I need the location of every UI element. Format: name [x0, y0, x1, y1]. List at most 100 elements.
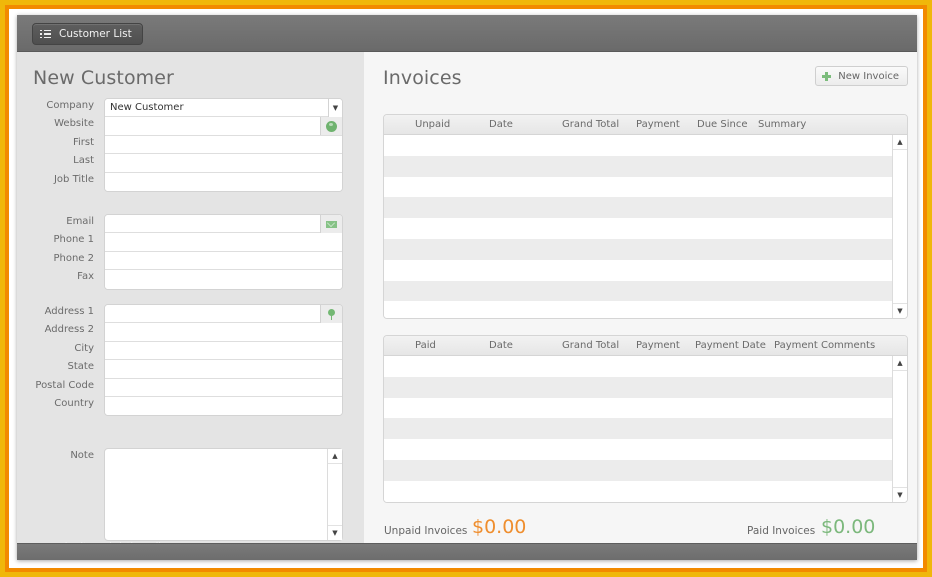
first-name-label: First [72, 136, 94, 148]
website-input[interactable] [105, 117, 342, 136]
company-label: Company [46, 100, 94, 111]
column-header-grand-total[interactable]: Grand Total [562, 119, 619, 130]
bottom-status-bar [17, 543, 917, 560]
paid-table-scrollbar[interactable]: ▲ ▼ [892, 356, 907, 502]
postal-code-input[interactable] [105, 378, 342, 397]
map-pin-icon [328, 308, 335, 320]
first-name-input[interactable] [105, 135, 342, 155]
scroll-down-icon[interactable]: ▼ [328, 525, 342, 540]
state-label: State [67, 361, 94, 373]
column-header-payment[interactable]: Payment [636, 119, 680, 130]
paid-total-value: $0.00 [821, 516, 876, 538]
mail-icon [326, 220, 337, 228]
show-map-button[interactable] [320, 305, 342, 323]
unpaid-table-scrollbar[interactable]: ▲ ▼ [892, 135, 907, 318]
job-title-input[interactable] [105, 172, 342, 191]
list-icon [40, 29, 51, 39]
phone2-label: Phone 2 [53, 252, 94, 264]
unpaid-table-body [384, 135, 892, 318]
customer-form-title: New Customer [33, 67, 174, 89]
address2-input[interactable] [105, 323, 342, 342]
table-row[interactable] [384, 176, 892, 198]
column-header-payment-comments[interactable]: Payment Comments [774, 340, 875, 351]
country-input[interactable] [105, 396, 342, 416]
top-toolbar: Customer List [17, 15, 917, 52]
table-row[interactable] [384, 218, 892, 239]
column-header-payment[interactable]: Payment [636, 340, 680, 351]
table-row[interactable] [384, 155, 892, 177]
fax-input[interactable] [105, 270, 342, 289]
contact-methods-group: Email Phone 1 Phone 2 Fax [17, 214, 364, 290]
address2-label: Address 2 [44, 324, 94, 336]
note-textarea[interactable] [105, 449, 327, 540]
table-row[interactable] [384, 418, 892, 440]
address1-input[interactable] [105, 305, 342, 324]
paid-table-header: Paid Date Grand Total Payment Payment Da… [384, 336, 907, 356]
customer-form-panel: New Customer Company Website First Last … [17, 52, 364, 552]
column-header-date[interactable]: Date [489, 340, 513, 351]
invoices-title: Invoices [383, 67, 462, 89]
city-input[interactable] [105, 341, 342, 361]
address1-label: Address 1 [44, 306, 94, 317]
contact-name-group: Company Website First Last Job Title ▼ [17, 98, 364, 192]
last-name-input[interactable] [105, 154, 342, 173]
new-invoice-label: New Invoice [838, 70, 899, 82]
table-row[interactable] [384, 480, 892, 502]
column-header-unpaid[interactable]: Unpaid [415, 119, 450, 130]
unpaid-table-header: Unpaid Date Grand Total Payment Due Sinc… [384, 115, 907, 135]
table-row[interactable] [384, 397, 892, 419]
note-field: ▲ ▼ [104, 448, 343, 541]
note-scrollbar[interactable]: ▲ ▼ [327, 449, 342, 540]
customer-list-button[interactable]: Customer List [32, 23, 143, 45]
column-header-paid[interactable]: Paid [415, 340, 436, 351]
scroll-down-icon[interactable]: ▼ [893, 487, 907, 502]
table-row[interactable] [384, 238, 892, 260]
fax-label: Fax [77, 271, 94, 283]
state-input[interactable] [105, 360, 342, 379]
unpaid-total-label: Unpaid Invoices [384, 525, 468, 537]
scroll-down-icon[interactable]: ▼ [893, 303, 907, 318]
table-row[interactable] [384, 135, 892, 156]
open-website-button[interactable] [320, 117, 342, 136]
invoices-panel: Invoices New Invoice Unpaid Date Grand T… [364, 52, 917, 543]
scroll-up-icon[interactable]: ▲ [328, 449, 342, 464]
table-row[interactable] [384, 439, 892, 460]
send-email-button[interactable] [320, 215, 342, 233]
app-window: Customer List New Customer Company Websi… [17, 15, 917, 560]
scroll-up-icon[interactable]: ▲ [893, 356, 907, 371]
contact-method-fields [104, 214, 343, 290]
scroll-up-icon[interactable]: ▲ [893, 135, 907, 150]
postal-code-label: Postal Code [35, 379, 94, 391]
table-row[interactable] [384, 376, 892, 398]
table-row[interactable] [384, 259, 892, 281]
table-row[interactable] [384, 197, 892, 219]
email-input[interactable] [105, 215, 342, 234]
phone1-label: Phone 1 [53, 234, 94, 246]
table-row[interactable] [384, 459, 892, 481]
column-header-payment-date[interactable]: Payment Date [695, 340, 766, 351]
city-label: City [74, 342, 94, 354]
unpaid-total-value: $0.00 [472, 516, 527, 538]
unpaid-invoices-table: Unpaid Date Grand Total Payment Due Sinc… [383, 114, 908, 319]
column-header-due-since[interactable]: Due Since [697, 119, 747, 130]
plus-icon [822, 71, 832, 81]
website-label: Website [54, 118, 94, 130]
contact-name-fields: ▼ [104, 98, 343, 192]
column-header-date[interactable]: Date [489, 119, 513, 130]
column-header-summary[interactable]: Summary [758, 119, 806, 130]
phone2-input[interactable] [105, 251, 342, 271]
paid-invoices-table: Paid Date Grand Total Payment Payment Da… [383, 335, 908, 503]
table-row[interactable] [384, 280, 892, 302]
globe-icon [326, 120, 337, 132]
phone1-input[interactable] [105, 233, 342, 252]
table-row[interactable] [384, 356, 892, 377]
address-fields [104, 304, 343, 417]
job-title-label: Job Title [53, 173, 94, 185]
column-header-grand-total[interactable]: Grand Total [562, 340, 619, 351]
new-invoice-button[interactable]: New Invoice [815, 66, 908, 86]
customer-list-label: Customer List [59, 28, 132, 40]
table-row[interactable] [384, 301, 892, 318]
address-group: Address 1 Address 2 City State Postal Co… [17, 304, 364, 417]
company-select[interactable] [105, 99, 342, 118]
dropdown-arrow-icon[interactable]: ▼ [328, 99, 342, 117]
